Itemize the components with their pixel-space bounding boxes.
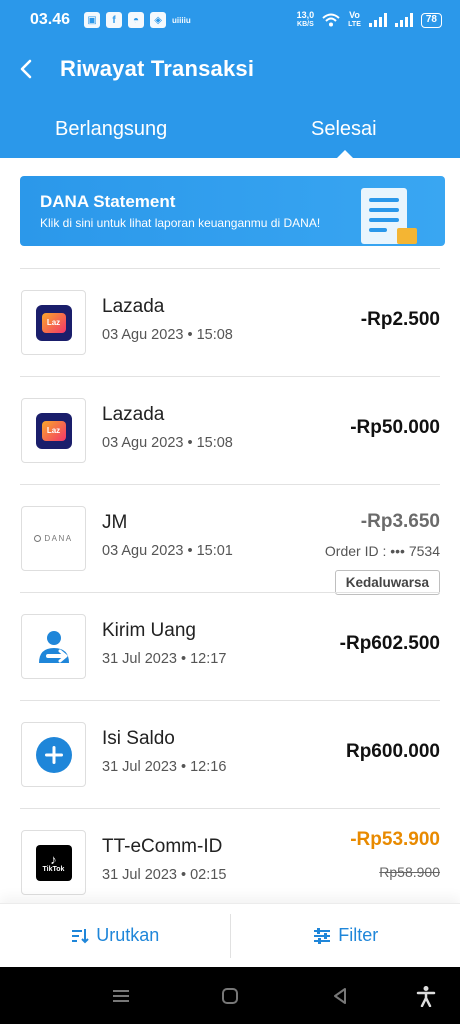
merchant-logo-box: Laz (21, 398, 86, 463)
android-icon: ◓ (128, 12, 145, 28)
speed-value: 13,0 (296, 10, 315, 20)
transaction-name: Lazada (102, 296, 165, 317)
dana-logo-text: DANA (44, 534, 73, 543)
facebook-icon: f (106, 12, 123, 28)
transaction-date: 31 Jul 2023 • 02:15 (102, 867, 227, 883)
transaction-date: 03 Agu 2023 • 15:01 (102, 543, 233, 559)
system-icons: 13,0 KB/S Vo LTE 78 (297, 11, 442, 29)
volte-label: Vo (349, 10, 360, 20)
battery-icon: 78 (420, 12, 442, 28)
transaction-amount: Rp600.000 (345, 741, 440, 762)
filter-icon (314, 927, 331, 944)
lazada-logo-icon: Laz (35, 304, 72, 341)
document-icon (361, 188, 417, 244)
send-money-icon (38, 630, 69, 663)
app-header: Riwayat Transaksi Berlangsung Selesai (0, 40, 460, 158)
transaction-name: Lazada (102, 404, 165, 425)
filter-label: Filter (338, 925, 379, 945)
merchant-logo-box (21, 722, 86, 787)
speed-unit: KB/S (297, 21, 314, 28)
banner-subtitle: Klik di sini untuk lihat laporan keuanga… (40, 216, 321, 230)
transaction-date: 03 Agu 2023 • 15:08 (102, 327, 233, 343)
order-id: Order ID : ••• 7534 (324, 543, 440, 559)
transaction-list: Laz Lazada 03 Agu 2023 • 15:08 -Rp2.500 … (20, 268, 440, 916)
transaction-row[interactable]: ♪ TikTok TT-eComm-ID 31 Jul 2023 • 02:15 … (20, 808, 440, 916)
transaction-date: 03 Agu 2023 • 15:08 (102, 435, 233, 451)
bottom-action-bar: Urutkan Filter (0, 903, 460, 967)
transaction-row[interactable]: Isi Saldo 31 Jul 2023 • 12:16 Rp600.000 (20, 700, 440, 808)
home-icon[interactable] (219, 985, 241, 1007)
wifi-icon (322, 13, 340, 27)
transaction-amount: -Rp50.000 (350, 417, 440, 438)
lte-label: LTE (348, 21, 361, 28)
transaction-amount: -Rp3.650 (360, 511, 440, 532)
page-title: Riwayat Transaksi (60, 56, 255, 81)
tiktok-logo-icon: ♪ TikTok (35, 844, 72, 881)
transaction-row[interactable]: Laz Lazada 03 Agu 2023 • 15:08 -Rp2.500 (20, 268, 440, 376)
transaction-row[interactable]: Kirim Uang 31 Jul 2023 • 12:17 -Rp602.50… (20, 592, 440, 700)
volte-indicator: Vo LTE (348, 11, 361, 29)
sort-button[interactable]: Urutkan (0, 904, 230, 967)
dana-logo-icon: DANA (34, 534, 72, 543)
accessibility-icon[interactable] (415, 985, 437, 1007)
transaction-row[interactable]: DANA JM 03 Agu 2023 • 15:01 -Rp3.650 Ord… (20, 484, 440, 595)
transaction-date: 31 Jul 2023 • 12:16 (102, 759, 227, 775)
transaction-name: Kirim Uang (102, 620, 196, 641)
status-bar: 03.46 ▣ f ◓ ◈ uiiiiu 13,0 KB/S Vo LTE 78 (0, 0, 460, 40)
merchant-logo-box: ♪ TikTok (21, 830, 86, 895)
original-amount: Rp58.900 (379, 864, 440, 880)
filter-button[interactable]: Filter (231, 904, 460, 967)
back-icon[interactable] (329, 985, 351, 1007)
transaction-name: Isi Saldo (102, 728, 175, 749)
sort-icon (72, 928, 89, 943)
transaction-row[interactable]: Laz Lazada 03 Agu 2023 • 15:08 -Rp50.000 (20, 376, 440, 484)
transaction-amount: -Rp53.900 (350, 829, 440, 850)
shopping-bag-icon: ▣ (84, 12, 101, 28)
merchant-logo-box: DANA (21, 506, 86, 571)
dana-statement-banner[interactable]: DANA Statement Klik di sini untuk lihat … (20, 176, 445, 246)
active-tab-indicator (337, 150, 353, 158)
tab-ongoing[interactable]: Berlangsung (55, 118, 167, 141)
transaction-date: 31 Jul 2023 • 12:17 (102, 651, 227, 667)
system-nav-bar (0, 967, 460, 1024)
notification-icons: ▣ f ◓ ◈ uiiiiu (84, 12, 191, 28)
sort-label: Urutkan (96, 925, 160, 945)
lazada-logo-icon: Laz (35, 412, 72, 449)
status-time: 03.46 (30, 11, 71, 28)
transaction-name: JM (102, 512, 128, 533)
transaction-name: TT-eComm-ID (102, 836, 223, 857)
transaction-amount: -Rp2.500 (360, 309, 440, 330)
network-speed: 13,0 KB/S (297, 11, 315, 29)
signal-icon (368, 13, 387, 27)
transaction-amount: -Rp602.500 (339, 633, 440, 654)
banner-title: DANA Statement (40, 192, 176, 211)
merchant-logo-box: Laz (21, 290, 86, 355)
signal-icon-2 (394, 13, 413, 27)
tab-completed[interactable]: Selesai (311, 118, 377, 141)
merchant-logo-box (21, 614, 86, 679)
back-arrow-icon[interactable] (14, 56, 40, 82)
status-small-text: uiiiiu (172, 15, 191, 25)
plus-circle-icon (35, 736, 72, 773)
tiktok-logo-text: TikTok (42, 865, 65, 873)
menu-icon[interactable] (110, 985, 132, 1007)
shield-icon: ◈ (150, 12, 167, 28)
